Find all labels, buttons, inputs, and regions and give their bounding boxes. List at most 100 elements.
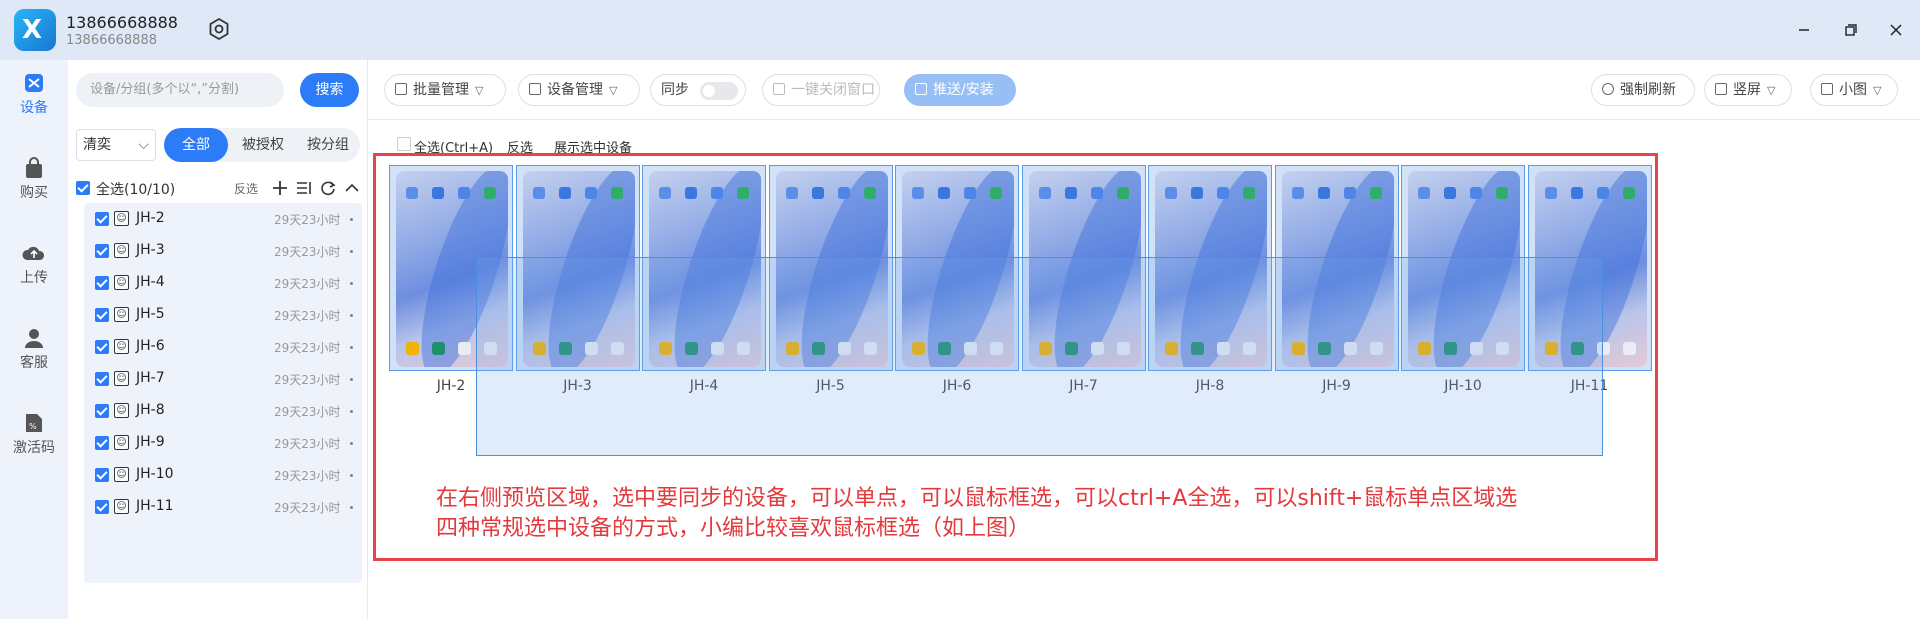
device-manage-label: 设备管理	[547, 82, 603, 98]
close-icon[interactable]	[1884, 18, 1908, 42]
tab-authorized[interactable]: 被授权	[231, 128, 295, 162]
device-remaining-time: 29天23小时	[274, 277, 341, 291]
device-remaining-time: 29天23小时	[274, 405, 341, 419]
device-avatar-icon: ☺	[114, 371, 129, 386]
device-list-row[interactable]: ☺ JH-8 29天23小时	[84, 395, 362, 427]
device-avatar-icon: ☺	[114, 467, 129, 482]
batch-manage-dropdown[interactable]: 批量管理 ▽	[384, 74, 506, 106]
rail-item-support[interactable]: 客服	[0, 327, 68, 372]
device-status-dot	[350, 442, 353, 445]
svg-text:%: %	[29, 422, 37, 431]
minimize-icon[interactable]	[1792, 18, 1816, 42]
device-list: ☺ JH-2 29天23小时 ☺ JH-3 29天23小时 ☺ JH-4 29天23小时 ☺ JH-…	[84, 203, 362, 583]
device-avatar-icon: ☺	[114, 275, 129, 290]
tab-all[interactable]: 全部	[164, 128, 228, 162]
device-list-row[interactable]: ☺ JH-3 29天23小时	[84, 235, 362, 267]
device-checkbox[interactable]	[95, 276, 109, 290]
select-all-checkbox[interactable]	[76, 181, 90, 195]
device-name: JH-11	[136, 498, 174, 514]
device-list-row[interactable]: ☺ JH-9 29天23小时	[84, 427, 362, 459]
grid-icon	[1821, 83, 1833, 95]
device-name: JH-3	[136, 242, 165, 258]
device-list-row[interactable]: ☺ JH-10 29天23小时	[84, 459, 362, 491]
device-remaining-time: 29天23小时	[274, 469, 341, 483]
orientation-dropdown[interactable]: 竖屏 ▽	[1704, 74, 1792, 106]
upload-icon	[915, 83, 927, 95]
settings-gear-icon[interactable]	[207, 17, 231, 41]
collapse-chevron-up-icon[interactable]	[344, 180, 360, 196]
sort-list-icon[interactable]	[296, 180, 312, 196]
device-checkbox[interactable]	[95, 436, 109, 450]
device-list-row[interactable]: ☺ JH-5 29天23小时	[84, 299, 362, 331]
add-icon[interactable]	[272, 180, 288, 196]
search-button[interactable]: 搜索	[300, 73, 359, 107]
account-name: 13866668888	[66, 13, 178, 32]
rail-label-buy: 购买	[20, 185, 48, 201]
title-bar: X 13866668888 13866668888	[0, 0, 1920, 60]
device-checkbox[interactable]	[95, 500, 109, 514]
rail-item-buy[interactable]: 购买	[0, 157, 68, 202]
rail-label-activation-code: 激活码	[13, 440, 55, 456]
view-size-dropdown[interactable]: 小图 ▽	[1810, 74, 1898, 106]
device-list-row[interactable]: ☺ JH-4 29天23小时	[84, 267, 362, 299]
device-checkbox[interactable]	[95, 212, 109, 226]
device-remaining-time: 29天23小时	[274, 501, 341, 515]
device-name: JH-8	[136, 402, 165, 418]
rail-item-activation-code[interactable]: % 激活码	[0, 412, 68, 457]
sync-control: 同步	[650, 74, 746, 106]
device-avatar-icon: ☺	[114, 307, 129, 322]
annotation-line-2: 四种常规选中设备的方式，小编比较喜欢鼠标框选（如上图）	[436, 516, 1031, 541]
tab-by-group[interactable]: 按分组	[296, 128, 360, 162]
sync-toggle[interactable]	[700, 82, 738, 100]
quality-select[interactable]: 清奕 ⌵	[76, 129, 156, 161]
push-install-label: 推送/安装	[933, 82, 994, 98]
device-avatar-icon: ☺	[114, 339, 129, 354]
device-avatar-icon: ☺	[114, 403, 129, 418]
device-avatar-icon: ☺	[114, 435, 129, 450]
select-all-row: 全选(10/10) 反选	[76, 174, 362, 202]
device-checkbox[interactable]	[95, 244, 109, 258]
device-checkbox[interactable]	[95, 372, 109, 386]
device-status-dot	[350, 410, 353, 413]
device-checkbox[interactable]	[95, 340, 109, 354]
device-panel: 设备/分组(多个以“,”分割) 搜索 清奕 ⌵ 全部 被授权 按分组 全选(10…	[68, 60, 368, 619]
device-checkbox[interactable]	[95, 404, 109, 418]
device-remaining-time: 29天23小时	[274, 437, 341, 451]
rail-item-upload[interactable]: 上传	[0, 242, 68, 287]
close-all-windows-button[interactable]: 一键关闭窗口	[762, 74, 880, 106]
device-remaining-time: 29天23小时	[274, 309, 341, 323]
refresh-icon	[1602, 83, 1614, 95]
close-all-windows-label: 一键关闭窗口	[791, 82, 875, 98]
device-search-input[interactable]: 设备/分组(多个以“,”分割)	[76, 73, 284, 107]
device-status-dot	[350, 218, 353, 221]
account-id: 13866668888	[66, 33, 157, 48]
chevron-down-icon: ▽	[609, 84, 618, 97]
rail-item-devices[interactable]: 设备	[0, 72, 68, 117]
push-install-button[interactable]: 推送/安装	[904, 74, 1016, 106]
force-refresh-button[interactable]: 强制刷新	[1591, 74, 1695, 106]
device-checkbox[interactable]	[95, 468, 109, 482]
device-list-row[interactable]: ☺ JH-11 29天23小时	[84, 491, 362, 523]
force-refresh-label: 强制刷新	[1620, 82, 1676, 98]
devices-icon	[25, 74, 43, 92]
preview-select-all-checkbox[interactable]	[397, 137, 411, 151]
quality-select-value: 清奕	[83, 137, 111, 153]
refresh-icon[interactable]	[320, 180, 336, 196]
rail-label-devices: 设备	[20, 100, 48, 116]
view-size-label: 小图	[1839, 82, 1867, 98]
maximize-icon[interactable]	[1838, 18, 1862, 42]
annotation-line-1: 在右侧预览区域，选中要同步的设备，可以单点，可以鼠标框选，可以ctrl+A全选，…	[436, 486, 1518, 511]
device-list-row[interactable]: ☺ JH-2 29天23小时	[84, 203, 362, 235]
cloud-upload-icon	[22, 246, 45, 260]
device-status-dot	[350, 474, 353, 477]
invert-selection-link[interactable]: 反选	[234, 180, 258, 197]
device-list-row[interactable]: ☺ JH-6 29天23小时	[84, 331, 362, 363]
device-status-dot	[350, 282, 353, 285]
device-checkbox[interactable]	[95, 308, 109, 322]
left-nav-rail: 设备 购买 上传 客服 % 激活码	[0, 60, 68, 619]
device-name: JH-7	[136, 370, 165, 386]
batch-manage-label: 批量管理	[413, 82, 469, 98]
device-list-row[interactable]: ☺ JH-7 29天23小时	[84, 363, 362, 395]
device-name: JH-4	[136, 274, 165, 290]
device-manage-dropdown[interactable]: 设备管理 ▽	[518, 74, 640, 106]
